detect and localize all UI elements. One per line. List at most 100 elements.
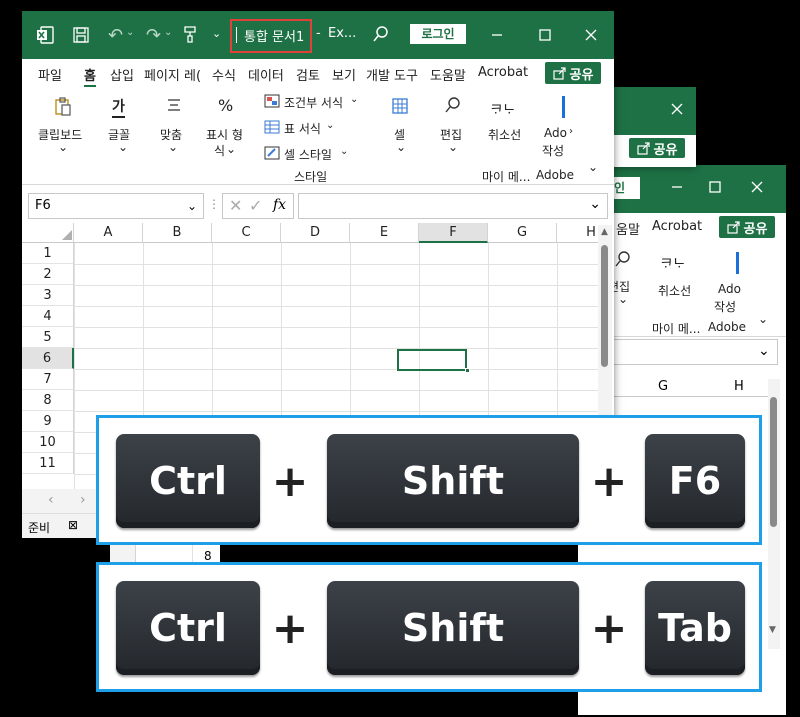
collapse-ribbon-icon[interactable]: ⌄ xyxy=(758,312,768,326)
plus-sign: + xyxy=(590,456,628,507)
redo-icon[interactable]: ↷ xyxy=(146,25,161,46)
tab-insert[interactable]: 삽입 xyxy=(110,65,134,84)
minimize-icon[interactable] xyxy=(670,179,686,195)
tab-data[interactable]: 데이터 xyxy=(248,65,284,84)
share-button[interactable]: 공유 xyxy=(718,215,776,239)
tab-page-layout[interactable]: 페이지 레( xyxy=(144,65,201,84)
col-header-h[interactable]: H xyxy=(557,223,598,243)
col-header-a[interactable]: A xyxy=(74,223,143,243)
chevron-down-icon: ⌄ xyxy=(326,120,335,131)
close-icon[interactable] xyxy=(584,27,598,46)
row-header-8[interactable]: 8 xyxy=(22,390,74,411)
vertical-scrollbar[interactable]: ▼ xyxy=(768,379,780,649)
tab-help[interactable]: 도움말 xyxy=(430,65,466,84)
ribbon: 클립보드 ⌄ 가 글꼴 ⌄ 맞춤 ⌄ % 표시 형 식 ⌄ 조건부 서식 ⌄ 표… xyxy=(22,87,614,185)
select-all-corner[interactable] xyxy=(22,223,74,243)
grid-line-horizontal xyxy=(74,390,598,391)
row-header-9[interactable]: 9 xyxy=(22,411,74,432)
strikethrough-button[interactable]: 취소선 xyxy=(658,282,691,299)
formula-buttons: ✕ ✓ fx xyxy=(222,193,294,219)
share-button[interactable]: 공유 xyxy=(628,137,686,159)
tab-file[interactable]: 파일 xyxy=(38,65,62,84)
adobe-create-button[interactable]: Ado xyxy=(544,126,567,140)
col-header-g[interactable]: G xyxy=(488,223,557,243)
col-header-h[interactable]: H xyxy=(734,379,744,394)
styles-group-label: 스타일 xyxy=(294,170,328,184)
tab-developer[interactable]: 개발 도구 xyxy=(366,65,418,84)
scroll-up-icon[interactable]: ▲ xyxy=(601,227,608,237)
col-header-c[interactable]: C xyxy=(212,223,281,243)
minimize-icon[interactable] xyxy=(490,27,504,46)
cancel-icon[interactable]: ✕ xyxy=(229,196,242,215)
document-title[interactable]: 통합 문서1 xyxy=(244,26,304,45)
name-box[interactable]: F6 ⌄ xyxy=(28,193,204,219)
maximize-icon[interactable] xyxy=(538,27,552,46)
scroll-down-icon[interactable]: ▼ xyxy=(769,625,776,635)
chevron-down-icon[interactable]: ⌄ xyxy=(187,194,197,218)
tab-home[interactable]: 홈 xyxy=(84,65,96,87)
row-header-4[interactable]: 4 xyxy=(22,306,74,327)
key-label: Shift xyxy=(401,606,505,650)
row-header-11[interactable]: 11 xyxy=(22,453,74,474)
col-header-f[interactable]: F xyxy=(419,223,488,243)
redo-dropdown-icon[interactable]: ⌄ xyxy=(164,27,172,38)
undo-dropdown-icon[interactable]: ⌄ xyxy=(126,27,134,38)
number-format-button[interactable]: 표시 형 xyxy=(206,126,243,143)
tab-acrobat[interactable]: Acrobat xyxy=(652,219,702,234)
formula-bar[interactable]: ⌄ xyxy=(298,193,608,219)
next-sheet-icon[interactable]: › xyxy=(80,492,86,508)
prev-sheet-icon[interactable]: ‹ xyxy=(48,492,54,508)
row-header-6[interactable]: 6 xyxy=(22,348,74,369)
formula-expand-icon[interactable]: ⌄ xyxy=(758,343,770,359)
row-header-3[interactable]: 3 xyxy=(22,285,74,306)
insert-function-icon[interactable]: fx xyxy=(273,197,286,213)
adobe-create-label[interactable]: Ado xyxy=(718,282,741,296)
search-icon[interactable] xyxy=(372,25,390,47)
title-dash: - xyxy=(316,26,321,41)
scrollbar-thumb[interactable] xyxy=(770,397,777,527)
collapse-ribbon-icon[interactable]: ⌄ xyxy=(588,160,598,174)
chevron-down-icon: ⌄ xyxy=(618,292,629,306)
excel-window-2[interactable]: 공유 xyxy=(600,87,696,167)
customize-toolbar-icon[interactable]: ⌄ xyxy=(212,27,221,40)
tab-formulas[interactable]: 수식 xyxy=(212,65,236,84)
tab-view[interactable]: 보기 xyxy=(332,65,356,84)
conditional-format-icon xyxy=(264,94,280,111)
undo-icon[interactable]: ↶ xyxy=(108,25,123,46)
row-header-2[interactable]: 2 xyxy=(22,264,74,285)
col-header-g[interactable]: G xyxy=(658,379,668,394)
tab-review[interactable]: 검토 xyxy=(296,65,320,84)
key-shift: Shift xyxy=(327,434,579,528)
col-header-b[interactable]: B xyxy=(143,223,212,243)
col-header-e[interactable]: E xyxy=(350,223,419,243)
row-header-5[interactable]: 5 xyxy=(22,327,74,348)
accessibility-icon[interactable]: ⊠ xyxy=(68,518,78,532)
col-header-d[interactable]: D xyxy=(281,223,350,243)
excel-logo-icon xyxy=(36,26,54,44)
scrollbar-thumb[interactable] xyxy=(601,245,608,367)
share-button[interactable]: 공유 xyxy=(544,61,602,85)
formula-expand-icon[interactable]: ⌄ xyxy=(589,196,601,212)
conditional-format-button[interactable]: 조건부 서식 xyxy=(284,94,343,111)
enter-icon[interactable]: ✓ xyxy=(249,196,262,215)
tab-help[interactable]: 움말 xyxy=(616,219,640,238)
login-button[interactable]: 로그인 xyxy=(410,24,466,44)
cell-styles-button[interactable]: 셀 스타일 xyxy=(284,146,332,163)
row-header-10[interactable]: 10 xyxy=(22,432,74,453)
row-header-1[interactable]: 1 xyxy=(22,243,74,264)
save-icon[interactable] xyxy=(72,26,90,48)
key-tab: Tab xyxy=(645,581,745,675)
close-icon[interactable] xyxy=(750,179,766,195)
grid-line-horizontal xyxy=(74,411,598,412)
chevron-down-icon: ⌄ xyxy=(118,140,129,154)
strikethrough-button[interactable]: 취소선 xyxy=(488,126,521,143)
close-icon[interactable] xyxy=(670,101,686,117)
maximize-icon[interactable] xyxy=(708,179,724,195)
fill-handle[interactable] xyxy=(465,368,470,373)
chevron-down-icon: ⌄ xyxy=(340,146,349,157)
format-painter-icon[interactable] xyxy=(182,25,198,47)
format-as-table-button[interactable]: 표 서식 xyxy=(284,120,321,137)
row-header-7[interactable]: 7 xyxy=(22,369,74,390)
tab-acrobat[interactable]: Acrobat xyxy=(478,65,528,80)
active-cell[interactable] xyxy=(397,349,467,371)
